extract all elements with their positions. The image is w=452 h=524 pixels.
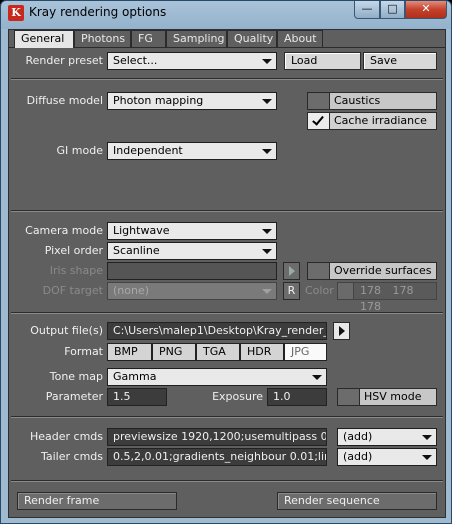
render-preset-dropdown[interactable]: Select...	[107, 52, 277, 70]
output-files-label: Output file(s)	[30, 324, 103, 337]
camera-mode-value: Lightwave	[113, 224, 170, 237]
tailer-cmds-label: Tailer cmds	[40, 450, 103, 463]
checkbox-box	[308, 113, 330, 129]
section-divider	[11, 78, 443, 80]
color-picker: 178 178 178	[337, 282, 437, 313]
pixel-order-label: Pixel order	[44, 244, 103, 257]
pixel-order-dropdown[interactable]: Scanline	[107, 242, 277, 260]
checkbox-box	[308, 93, 330, 109]
override-surfaces-checkbox[interactable]: Override surfaces	[307, 262, 437, 280]
close-button[interactable]: ✕	[405, 1, 447, 19]
chevron-down-icon	[422, 435, 432, 440]
checkbox-box	[338, 389, 360, 405]
iris-shape-field	[107, 262, 277, 280]
parameter-label: Parameter	[45, 390, 103, 403]
diffuse-model-value: Photon mapping	[113, 94, 204, 107]
dof-target-label: DOF target	[42, 284, 103, 297]
header-cmds-label: Header cmds	[29, 430, 103, 443]
section-divider	[11, 480, 443, 482]
hsv-mode-label: HSV mode	[364, 390, 422, 403]
gi-mode-dropdown[interactable]: Independent	[107, 142, 277, 160]
tone-map-label: Tone map	[49, 370, 103, 383]
header-cmds-add-value: (add)	[343, 430, 373, 443]
kray-app-icon: K	[8, 5, 24, 21]
render-preset-value: Select...	[113, 54, 158, 67]
format-png[interactable]: PNG	[152, 343, 196, 361]
color-values: 178 178 178	[360, 284, 414, 313]
tone-map-dropdown[interactable]: Gamma	[107, 368, 327, 386]
exposure-field[interactable]: 1.0	[267, 388, 327, 406]
diffuse-model-dropdown[interactable]: Photon mapping	[107, 92, 277, 110]
tailer-cmds-field[interactable]: 0.5,2,0.01;gradients_neighbour 0.01;limi…	[107, 448, 327, 466]
r-button[interactable]: R	[283, 282, 300, 300]
minimize-button[interactable]: —	[354, 1, 380, 19]
dof-target-value: (none)	[113, 284, 150, 297]
cache-irradiance-checkbox[interactable]: Cache irradiance	[307, 112, 437, 130]
load-button[interactable]: Load	[284, 52, 361, 70]
dof-target-dropdown: (none)	[107, 282, 277, 300]
chevron-down-icon	[422, 455, 432, 460]
format-tga[interactable]: TGA	[196, 343, 240, 361]
checkbox-box	[308, 263, 330, 279]
header-cmds-add-dropdown[interactable]: (add)	[337, 428, 437, 446]
format-bmp[interactable]: BMP	[107, 343, 152, 361]
tailer-cmds-add-value: (add)	[343, 450, 373, 463]
render-frame-button[interactable]: Render frame	[17, 492, 177, 510]
output-browse-button[interactable]	[333, 322, 350, 340]
chevron-down-icon	[262, 59, 272, 64]
chevron-down-icon	[262, 229, 272, 234]
format-hdr[interactable]: HDR	[240, 343, 284, 361]
section-divider	[11, 416, 443, 418]
cache-irradiance-label: Cache irradiance	[334, 114, 427, 127]
caustics-checkbox[interactable]: Caustics	[307, 92, 437, 110]
options-panel: General Photons FG Sampling Quality Abou…	[8, 29, 446, 518]
play-icon	[289, 266, 295, 276]
render-sequence-button[interactable]: Render sequence	[277, 492, 437, 510]
play-icon	[339, 326, 345, 336]
tailer-cmds-add-dropdown[interactable]: (add)	[337, 448, 437, 466]
section-divider	[11, 312, 443, 314]
tab-fg[interactable]: FG	[131, 30, 166, 47]
hsv-mode-checkbox[interactable]: HSV mode	[337, 388, 437, 406]
title-bar[interactable]: K Kray rendering options — □ ✕	[1, 1, 451, 25]
render-preset-label: Render preset	[25, 54, 104, 67]
chevron-down-icon	[262, 149, 272, 154]
exposure-label: Exposure	[212, 390, 263, 403]
maximize-button[interactable]: □	[380, 1, 405, 19]
parameter-field[interactable]: 1.5	[107, 388, 167, 406]
chevron-down-icon	[262, 99, 272, 104]
section-divider	[11, 210, 443, 212]
tab-sampling[interactable]: Sampling	[166, 30, 227, 47]
save-button[interactable]: Save	[363, 52, 437, 70]
chevron-down-icon	[262, 289, 272, 294]
kray-window: K Kray rendering options — □ ✕ General P…	[0, 0, 452, 524]
camera-mode-label: Camera mode	[25, 224, 103, 237]
format-label: Format	[64, 345, 103, 358]
gi-mode-value: Independent	[113, 144, 183, 157]
color-label: Color	[305, 284, 334, 297]
diffuse-model-label: Diffuse model	[26, 94, 103, 107]
iris-shape-label: Iris shape	[49, 264, 103, 277]
tab-divider	[9, 47, 445, 48]
tab-quality[interactable]: Quality	[227, 30, 277, 47]
chevron-down-icon	[312, 375, 322, 380]
window-title: Kray rendering options	[29, 5, 167, 19]
tab-about[interactable]: About	[277, 30, 323, 47]
camera-mode-dropdown[interactable]: Lightwave	[107, 222, 277, 240]
header-cmds-field[interactable]: previewsize 1920,1200;usemultipass 0	[107, 428, 327, 446]
override-surfaces-label: Override surfaces	[334, 264, 432, 277]
output-file-path[interactable]: C:\Users\malep1\Desktop\Kray_render_.jpg	[107, 322, 327, 340]
iris-shape-play-button	[283, 262, 300, 280]
tab-photons[interactable]: Photons	[74, 30, 131, 47]
tone-map-value: Gamma	[113, 370, 157, 383]
pixel-order-value: Scanline	[113, 244, 160, 257]
color-swatch	[338, 283, 354, 299]
format-jpg[interactable]: JPG	[284, 343, 327, 361]
checkmark-icon	[312, 113, 324, 126]
caustics-label: Caustics	[334, 94, 381, 107]
chevron-down-icon	[262, 249, 272, 254]
tab-general[interactable]: General	[14, 30, 74, 48]
gi-mode-label: GI mode	[56, 144, 103, 157]
